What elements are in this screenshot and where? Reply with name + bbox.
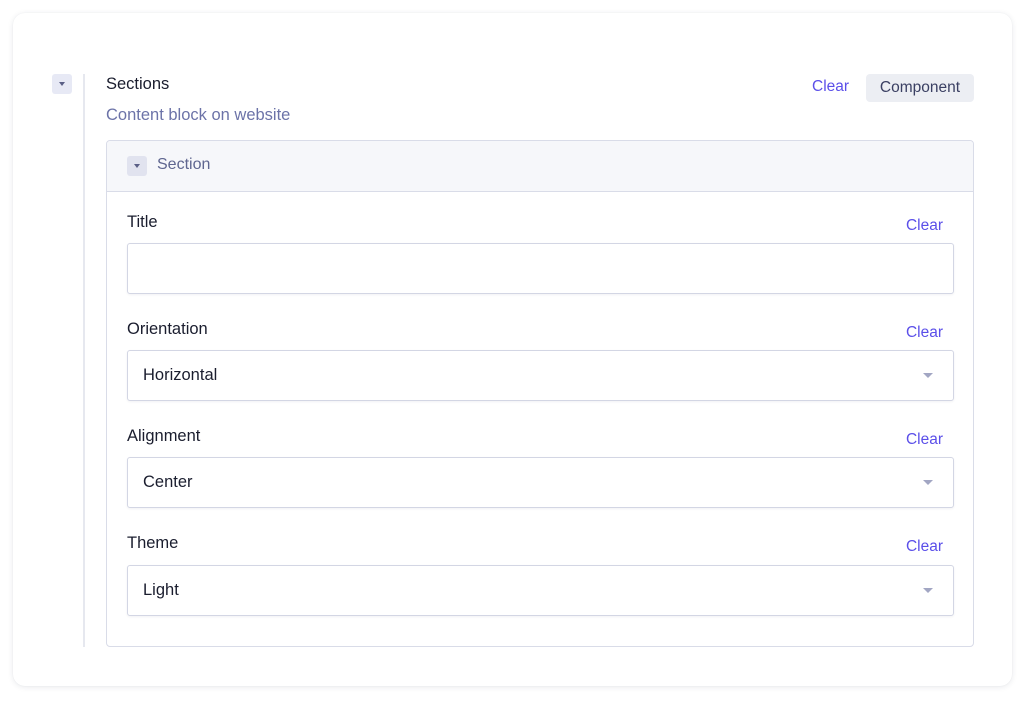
component-description: Content block on website [106,106,291,124]
alignment-select[interactable]: Center [127,457,954,508]
clear-title-button[interactable]: Clear [906,217,943,235]
collapse-section-toggle[interactable] [127,156,147,176]
chevron-down-icon [923,373,933,378]
chevron-down-icon [134,164,140,168]
alignment-label: Alignment [127,427,201,445]
section-header-label: Section [157,156,211,173]
chevron-down-icon [923,588,933,593]
theme-label: Theme [127,534,179,552]
chevron-down-icon [59,82,65,86]
clear-sections-button[interactable]: Clear [812,78,849,96]
theme-select-value: Light [143,581,179,599]
orientation-label: Orientation [127,320,208,338]
clear-alignment-button[interactable]: Clear [906,431,943,449]
orientation-select[interactable]: Horizontal [127,350,954,401]
section-block: Section Title Clear Orientation Clear Ho… [106,140,974,647]
theme-select[interactable]: Light [127,565,954,616]
component-card: Sections Content block on website Clear … [13,13,1012,686]
alignment-select-value: Center [143,473,193,491]
collapse-sections-toggle[interactable] [52,74,72,94]
title-input[interactable] [127,243,954,294]
section-header: Section [107,141,973,192]
title-label: Title [127,213,158,231]
nesting-rail [83,74,85,647]
component-title: Sections [106,75,170,93]
component-badge: Component [866,74,974,102]
clear-orientation-button[interactable]: Clear [906,324,943,342]
clear-theme-button[interactable]: Clear [906,538,943,556]
chevron-down-icon [923,480,933,485]
orientation-select-value: Horizontal [143,366,218,384]
